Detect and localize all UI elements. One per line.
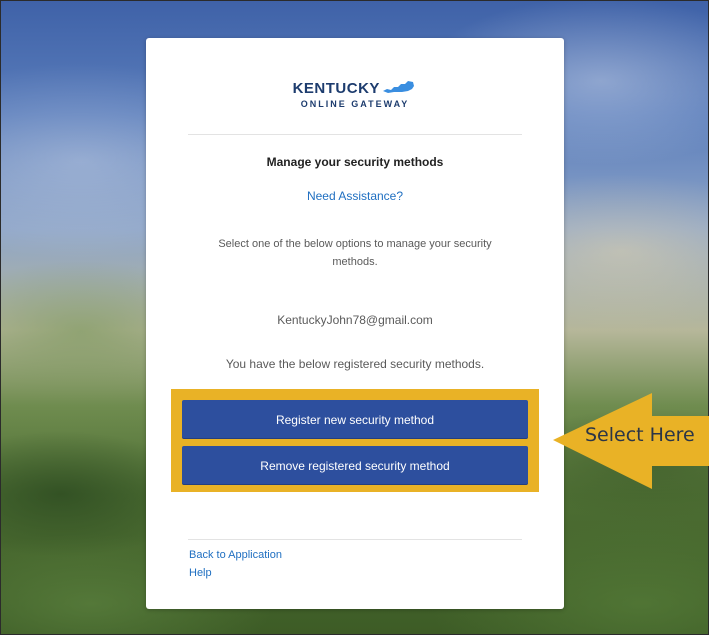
instruction-text: Select one of the below options to manag… xyxy=(218,238,492,268)
back-to-application-link[interactable]: Back to Application xyxy=(189,549,282,561)
help-link[interactable]: Help xyxy=(189,567,212,579)
kentucky-online-gateway-logo: KENTUCKY ONLINE GATEWAY xyxy=(146,80,564,109)
login-card: KENTUCKY ONLINE GATEWAY Manage your secu… xyxy=(146,38,564,609)
registered-methods-text: You have the below registered security m… xyxy=(225,357,485,371)
select-here-callout: Select Here xyxy=(585,424,695,446)
footer-divider xyxy=(188,539,522,540)
header-divider xyxy=(188,134,522,135)
logo-brand-sub: ONLINE GATEWAY xyxy=(300,99,410,109)
remove-registered-security-method-button[interactable]: Remove registered security method xyxy=(182,446,528,485)
need-assistance-link[interactable]: Need Assistance? xyxy=(146,189,564,203)
logo-brand-main: KENTUCKY xyxy=(292,80,380,97)
kentucky-state-icon xyxy=(383,81,415,93)
page-title: Manage your security methods xyxy=(266,155,444,169)
user-email: KentuckyJohn78@gmail.com xyxy=(277,313,433,327)
register-new-security-method-button[interactable]: Register new security method xyxy=(182,400,528,439)
